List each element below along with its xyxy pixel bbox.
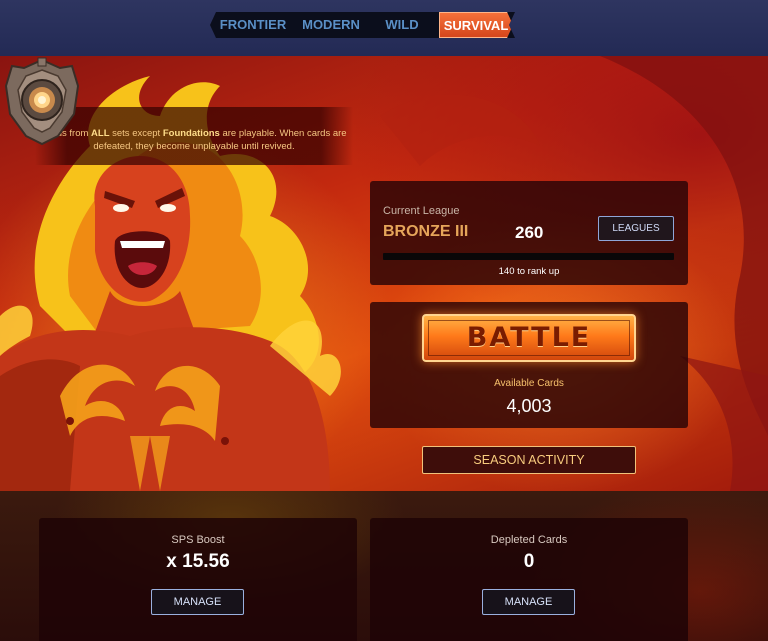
depleted-cards-value: 0 xyxy=(523,551,535,572)
season-activity-button[interactable]: SEASON ACTIVITY xyxy=(422,446,636,474)
league-name: BRONZE III xyxy=(383,223,469,240)
depleted-cards-panel: Depleted Cards 0 MANAGE xyxy=(370,518,688,641)
battle-panel: BATTLE Available Cards 4,003 xyxy=(370,302,688,428)
sps-boost-caption: SPS Boost xyxy=(171,534,225,546)
sps-boost-value: x 15.56 xyxy=(166,551,230,572)
top-nav-bar: FRONTIER MODERN WILD SURVIVAL xyxy=(0,0,768,56)
rank-up-text: 140 to rank up xyxy=(498,266,560,277)
battle-button[interactable]: BATTLE xyxy=(422,314,636,362)
available-cards-caption: Available Cards xyxy=(494,378,564,389)
format-tabs: FRONTIER MODERN WILD SURVIVAL xyxy=(210,12,515,38)
hero-section: Cards from ALL sets except Foundations a… xyxy=(0,56,768,491)
lower-section: SPS Boost x 15.56 MANAGE Depleted Cards … xyxy=(0,491,768,641)
sps-boost-panel: SPS Boost x 15.56 MANAGE xyxy=(39,518,357,641)
leagues-button[interactable]: LEAGUES xyxy=(598,216,674,241)
battle-button-label: BATTLE xyxy=(466,322,592,353)
depleted-manage-button[interactable]: MANAGE xyxy=(482,589,575,615)
tab-wild[interactable]: WILD xyxy=(370,12,434,38)
league-points: 260 xyxy=(515,223,544,242)
rules-text-all: ALL xyxy=(91,128,110,139)
tab-modern[interactable]: MODERN xyxy=(294,12,368,38)
league-caption: Current League xyxy=(383,205,460,217)
depleted-cards-caption: Depleted Cards xyxy=(490,534,568,546)
rank-progress-bar xyxy=(383,253,674,260)
league-panel: Current League BRONZE III 260 LEAGUES 14… xyxy=(370,181,688,285)
rules-text-foundations: Foundations xyxy=(162,128,220,139)
available-cards-value: 4,003 xyxy=(506,396,552,416)
sps-manage-button[interactable]: MANAGE xyxy=(151,589,244,615)
tab-frontier[interactable]: FRONTIER xyxy=(214,12,292,38)
bronze-league-shield-icon xyxy=(4,57,80,146)
rules-text-middle: sets except xyxy=(109,128,163,139)
tab-survival[interactable]: SURVIVAL xyxy=(439,12,513,38)
